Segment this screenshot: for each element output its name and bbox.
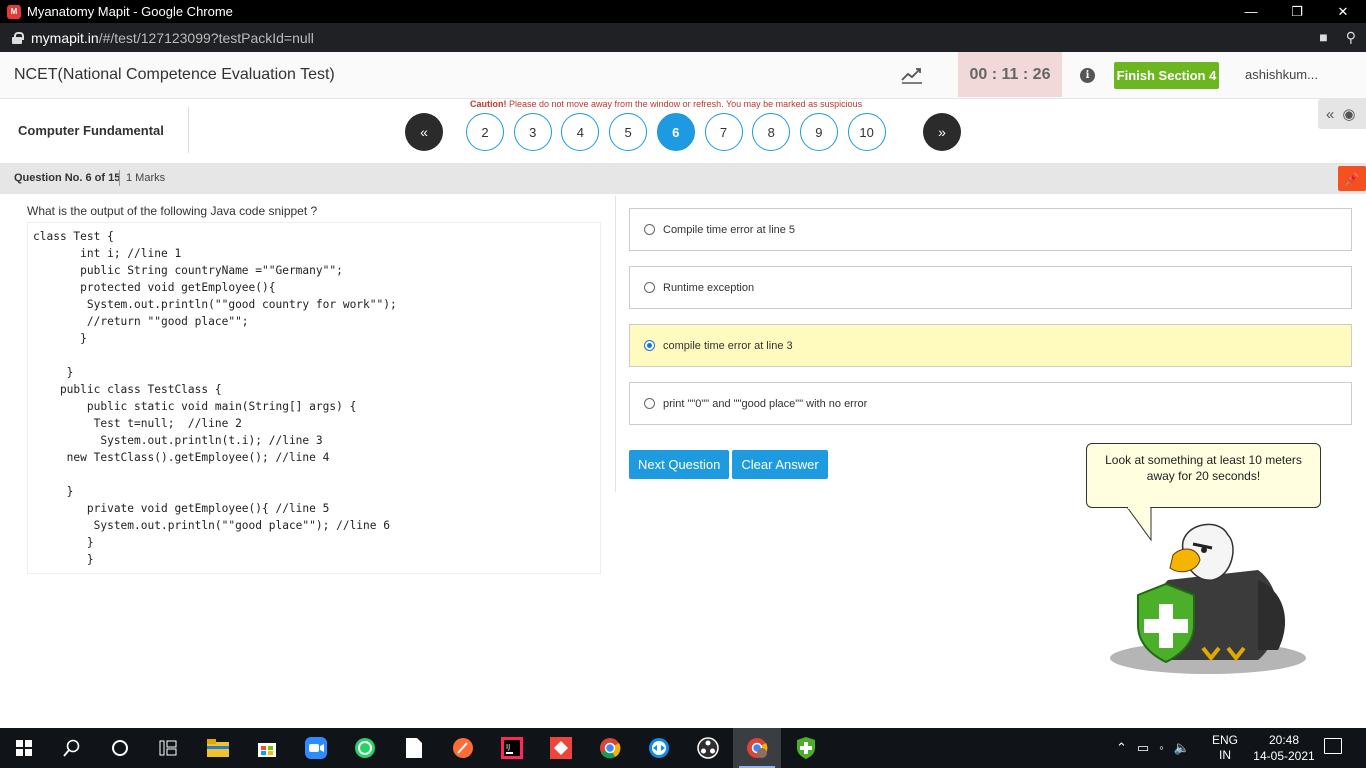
answer-option-1[interactable]: Compile time error at line 5 bbox=[629, 208, 1352, 251]
option-label: compile time error at line 3 bbox=[663, 339, 793, 352]
url-host: mymapit.in bbox=[31, 29, 99, 46]
section-divider bbox=[188, 107, 189, 153]
app-header: NCET(National Competence Evaluation Test… bbox=[0, 52, 1366, 99]
minimize-icon[interactable]: — bbox=[1228, 0, 1274, 23]
zoom-app-icon[interactable] bbox=[292, 728, 340, 768]
eye-care-tip-bubble: Look at something at least 10 meters awa… bbox=[1086, 443, 1321, 508]
obs-icon[interactable] bbox=[684, 728, 732, 768]
zoom-icon[interactable]: ⚲ bbox=[1346, 29, 1356, 46]
restore-icon[interactable]: ❐ bbox=[1274, 0, 1320, 23]
radio-unchecked-icon[interactable] bbox=[644, 398, 655, 409]
notification-center-icon[interactable] bbox=[1324, 738, 1342, 754]
clock-date: 14-05-2021 bbox=[1253, 749, 1315, 763]
svg-text:IJ: IJ bbox=[506, 743, 510, 751]
answer-option-2[interactable]: Runtime exception bbox=[629, 266, 1352, 309]
anydesk-icon[interactable] bbox=[537, 728, 585, 768]
next-question-button[interactable]: Next Question bbox=[629, 450, 730, 479]
file-explorer-icon[interactable] bbox=[194, 728, 242, 768]
prev-questions-button[interactable]: « bbox=[405, 113, 443, 151]
cortana-icon[interactable] bbox=[96, 728, 144, 768]
username[interactable]: ashishkum... bbox=[1245, 67, 1318, 82]
chrome-profile-icon[interactable] bbox=[733, 728, 781, 768]
option-label: print ""0"" and ""good place"" with no e… bbox=[663, 397, 868, 410]
question-info-bar: Question No. 6 of 15 1 Marks 📌 bbox=[0, 163, 1366, 194]
chrome-icon[interactable] bbox=[586, 728, 634, 768]
pin-icon[interactable]: 📌 bbox=[1338, 166, 1366, 191]
question-number-2[interactable]: 2 bbox=[466, 113, 504, 151]
language-indicator[interactable]: ENG IN bbox=[1212, 733, 1238, 763]
finish-section-button[interactable]: Finish Section 4 bbox=[1114, 62, 1219, 89]
caution-message: Caution! Please do not move away from th… bbox=[470, 99, 862, 109]
countdown-timer: 00 : 11 : 26 bbox=[958, 52, 1062, 97]
marks-label: 1 Marks bbox=[126, 172, 166, 184]
shield-plus-icon[interactable] bbox=[782, 728, 830, 768]
address-bar[interactable]: mymapit.in/#/test/127123099?testPackId=n… bbox=[0, 23, 1366, 52]
question-number-6[interactable]: 6 bbox=[656, 113, 695, 151]
wifi-icon[interactable]: ◦ bbox=[1159, 740, 1164, 756]
eagle-mascot-icon bbox=[1110, 523, 1306, 674]
info-icon[interactable]: i bbox=[1080, 68, 1095, 83]
clear-answer-button[interactable]: Clear Answer bbox=[732, 450, 828, 479]
answer-option-3[interactable]: compile time error at line 3 bbox=[629, 324, 1352, 367]
section-name: Computer Fundamental bbox=[18, 123, 164, 138]
double-chevron-left-icon: « bbox=[1326, 105, 1335, 123]
close-icon[interactable]: ✕ bbox=[1320, 0, 1366, 23]
collapse-panel-tab[interactable]: « ◉ bbox=[1318, 99, 1366, 129]
answer-option-4[interactable]: print ""0"" and ""good place"" with no e… bbox=[629, 382, 1352, 425]
camera-icon[interactable]: ■ bbox=[1319, 29, 1327, 46]
analytics-chart-icon[interactable] bbox=[901, 66, 923, 84]
question-number-strip: 2 3 4 5 6 7 8 9 10 bbox=[466, 112, 894, 152]
question-number-label: Question No. 6 of 15 bbox=[14, 172, 121, 184]
teamviewer-icon[interactable] bbox=[635, 728, 683, 768]
whatsapp-icon[interactable] bbox=[341, 728, 389, 768]
caution-label: Caution! bbox=[470, 99, 507, 109]
clock[interactable]: 20:48 14-05-2021 bbox=[1248, 732, 1320, 764]
browser-titlebar: M Myanatomy Mapit - Google Chrome — ❐ ✕ bbox=[0, 0, 1366, 23]
webcam-icon: ◉ bbox=[1342, 106, 1356, 123]
lock-icon bbox=[12, 31, 24, 44]
battery-icon[interactable]: ▭ bbox=[1137, 740, 1149, 756]
task-view-icon[interactable] bbox=[144, 728, 192, 768]
radio-unchecked-icon[interactable] bbox=[644, 224, 655, 235]
chevron-up-icon[interactable]: ⌃ bbox=[1116, 740, 1127, 756]
question-number-5[interactable]: 5 bbox=[609, 113, 648, 151]
question-number-10[interactable]: 10 bbox=[847, 113, 886, 151]
microsoft-store-icon[interactable] bbox=[243, 728, 291, 768]
lang-code: ENG bbox=[1212, 733, 1239, 747]
url-path: /#/test/127123099?testPackId=null bbox=[98, 29, 314, 46]
tip-text: Look at something at least 10 meters awa… bbox=[1105, 453, 1302, 483]
intellij-icon[interactable]: IJ bbox=[488, 728, 536, 768]
test-title: NCET(National Competence Evaluation Test… bbox=[14, 66, 335, 83]
code-snippet: class Test { int i; //line 1 public Stri… bbox=[27, 222, 601, 574]
question-navigator: Caution! Please do not move away from th… bbox=[0, 99, 1366, 163]
question-number-7[interactable]: 7 bbox=[704, 113, 743, 151]
question-pane: What is the output of the following Java… bbox=[27, 204, 601, 574]
question-text: What is the output of the following Java… bbox=[27, 204, 318, 218]
postman-icon[interactable] bbox=[439, 728, 487, 768]
question-number-8[interactable]: 8 bbox=[752, 113, 791, 151]
windows-taskbar: IJ ⌃ ▭ ◦ 🔈 ENG IN 20:48 14-05-2021 bbox=[0, 728, 1366, 768]
region-code: IN bbox=[1219, 748, 1231, 762]
option-label: Compile time error at line 5 bbox=[663, 223, 796, 236]
question-actions: Next Question Clear Answer bbox=[629, 450, 828, 479]
document-icon[interactable] bbox=[390, 728, 438, 768]
answer-options: Compile time error at line 5 Runtime exce… bbox=[629, 208, 1352, 440]
volume-muted-icon[interactable]: 🔈 bbox=[1174, 740, 1190, 756]
mapit-app-icon: M bbox=[7, 4, 21, 19]
windows-start-icon[interactable] bbox=[0, 728, 48, 768]
question-number-3[interactable]: 3 bbox=[513, 113, 552, 151]
divider bbox=[119, 170, 120, 186]
radio-unchecked-icon[interactable] bbox=[644, 282, 655, 293]
window-title: Myanatomy Mapit - Google Chrome bbox=[27, 4, 233, 19]
question-number-9[interactable]: 9 bbox=[799, 113, 838, 151]
question-number-4[interactable]: 4 bbox=[561, 113, 600, 151]
pane-divider bbox=[615, 196, 616, 492]
option-label: Runtime exception bbox=[663, 281, 755, 294]
clock-time: 20:48 bbox=[1268, 733, 1300, 747]
radio-checked-icon[interactable] bbox=[644, 340, 655, 351]
search-icon[interactable] bbox=[48, 728, 96, 768]
next-questions-button[interactable]: » bbox=[923, 113, 961, 151]
caution-text: Please do not move away from the window … bbox=[506, 99, 863, 109]
